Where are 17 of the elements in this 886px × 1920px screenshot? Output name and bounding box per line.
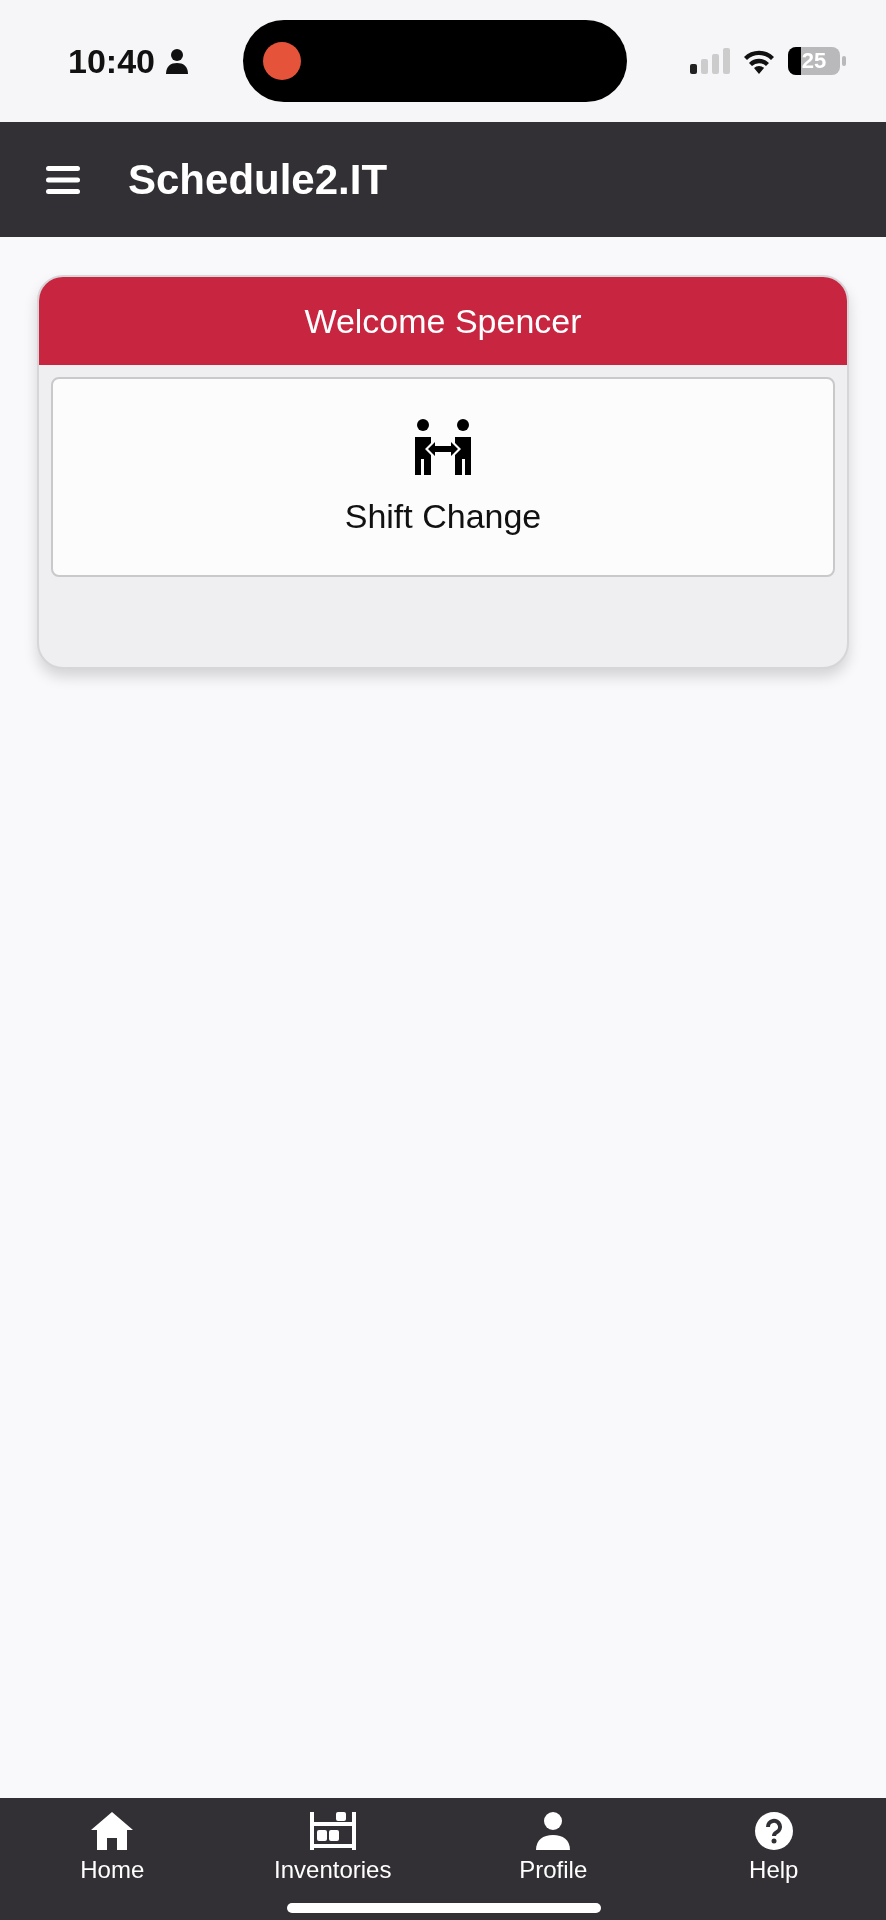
wifi-icon bbox=[742, 48, 776, 74]
app-title: Schedule2.IT bbox=[128, 155, 388, 204]
tab-bar-item[interactable]: Home bbox=[2, 1798, 223, 1884]
home-icon bbox=[91, 1812, 134, 1850]
help-icon bbox=[754, 1812, 793, 1850]
person-icon bbox=[536, 1812, 571, 1850]
card-header: Welcome Spencer bbox=[39, 277, 847, 365]
menu-icon[interactable] bbox=[46, 165, 80, 194]
tab-bar-item[interactable]: Inventories bbox=[222, 1798, 443, 1884]
person-icon bbox=[164, 48, 189, 74]
record-dot-icon bbox=[262, 42, 301, 80]
signal-icon bbox=[690, 48, 730, 74]
shift-change-button[interactable]: Shift Change bbox=[51, 377, 835, 577]
tab-bar-item[interactable]: Profile bbox=[443, 1798, 664, 1884]
tab-bar-item[interactable]: Help bbox=[663, 1798, 884, 1884]
shelf-icon bbox=[309, 1812, 356, 1850]
clock-time: 10:40 bbox=[68, 41, 155, 81]
